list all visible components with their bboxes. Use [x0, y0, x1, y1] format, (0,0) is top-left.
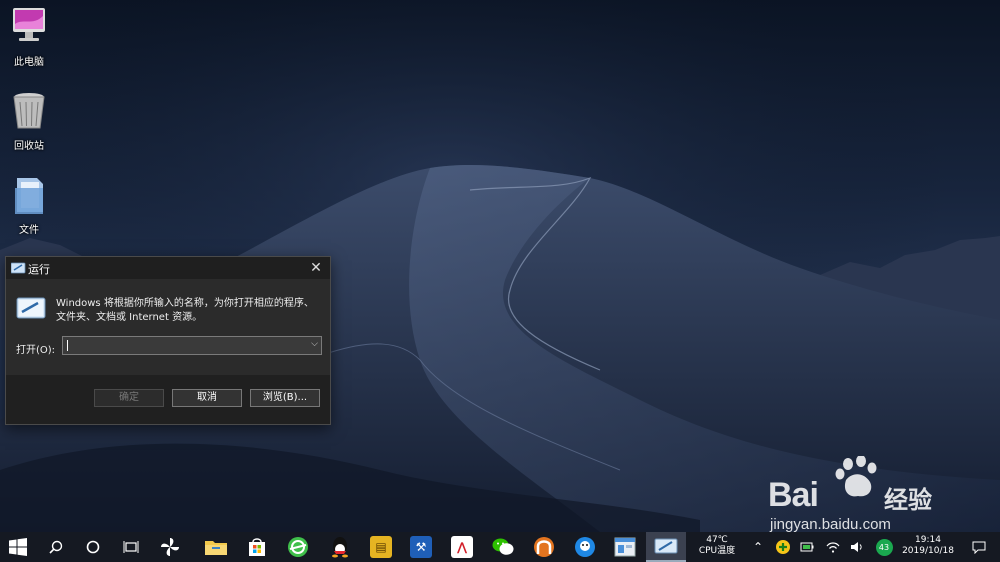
tray-app-icon[interactable]	[772, 532, 794, 562]
run-dialog-body: Windows 将根据你所输入的名称，为你打开相应的程序、文件夹、文档或 Int…	[6, 279, 330, 375]
desktop-icon-this-pc[interactable]: 此电脑	[0, 4, 58, 68]
taskbar: ▤ ⚒ ⋀ 47℃ CPU温度 ⌃ 43 19:14 2019/10/18	[0, 532, 1000, 562]
open-label: 打开(O):	[16, 345, 56, 356]
app-icon: ▤	[370, 536, 392, 558]
open-input[interactable]	[63, 337, 304, 354]
open-combobox[interactable]: ⌵	[62, 336, 322, 355]
taskbar-app-file-explorer[interactable]	[199, 532, 233, 562]
notification-icon	[972, 541, 986, 554]
taskbar-app-store[interactable]	[240, 532, 274, 562]
watermark-url: jingyan.baidu.com	[770, 516, 891, 532]
pinwheel-app-icon	[161, 538, 179, 556]
desktop-icon-label: 回收站	[14, 141, 44, 152]
taskbar-app-generic[interactable]: ▤	[364, 532, 398, 562]
run-dialog-title: 运行	[28, 263, 50, 276]
wifi-icon	[826, 542, 840, 553]
windows-start-icon	[9, 538, 27, 556]
run-icon	[16, 297, 46, 319]
taskbar-app-run-dialog[interactable]	[646, 532, 686, 562]
chevron-up-icon: ⌃	[752, 540, 764, 554]
chevron-down-icon[interactable]: ⌵	[311, 339, 318, 349]
browse-button[interactable]: 浏览(B)...	[250, 389, 320, 407]
desktop-icon-recycle-bin[interactable]: 回收站	[0, 88, 58, 152]
file-explorer-icon	[205, 541, 227, 555]
action-center-button[interactable]	[964, 532, 994, 562]
computer-icon	[13, 8, 45, 41]
text-caret	[67, 340, 68, 351]
app-icon	[575, 537, 595, 557]
desktop-icon-label: 此电脑	[14, 57, 44, 68]
desktop-icon-folder[interactable]: 文件	[0, 172, 58, 236]
browser-icon	[288, 537, 308, 557]
run-dialog-footer: 确定 取消 浏览(B)...	[6, 375, 330, 424]
volume-button[interactable]	[846, 532, 868, 562]
cortana-button[interactable]	[76, 532, 110, 562]
cpu-temperature-widget[interactable]: 47℃ CPU温度	[692, 535, 742, 557]
wechat-icon	[492, 538, 514, 555]
taskbar-app-generic[interactable]	[608, 532, 642, 562]
cortana-ring-icon	[86, 540, 100, 554]
tray-badge-count: 43	[875, 538, 893, 556]
desktop-icon-label: 文件	[19, 225, 39, 236]
show-hidden-icons-button[interactable]: ⌃	[750, 532, 766, 562]
task-view-icon	[123, 541, 139, 553]
cancel-button[interactable]: 取消	[172, 389, 242, 407]
cpu-temperature-label: CPU温度	[698, 546, 736, 556]
run-dialog-titlebar[interactable]: 运行 ✕	[6, 257, 330, 279]
taskbar-app-generic[interactable]	[568, 532, 602, 562]
taskbar-app-wechat[interactable]	[486, 532, 520, 562]
ok-button[interactable]: 确定	[94, 389, 164, 407]
taskbar-app-generic[interactable]: ⋀	[445, 532, 479, 562]
tray-badge[interactable]: 43	[872, 532, 896, 562]
store-icon	[249, 538, 265, 556]
clock[interactable]: 19:14 2019/10/18	[898, 535, 958, 557]
taskbar-app-browser[interactable]	[281, 532, 315, 562]
run-dialog: 运行 ✕ Windows 将根据你所输入的名称，为你打开相应的程序、文件夹、文档…	[5, 256, 331, 425]
taskbar-app-generic[interactable]	[527, 532, 561, 562]
tray-app-icon[interactable]	[796, 532, 818, 562]
recycle-bin-icon	[13, 93, 45, 129]
folder-icon	[15, 178, 43, 214]
speaker-icon	[851, 542, 862, 552]
app-icon: ⚒	[410, 536, 432, 558]
search-icon	[49, 540, 63, 554]
battery-tray-icon	[800, 542, 814, 552]
clock-date: 2019/10/18	[902, 546, 954, 556]
cpu-temperature-value: 47℃	[706, 535, 728, 545]
close-button[interactable]: ✕	[302, 257, 330, 279]
taskbar-app-generic[interactable]: ⚒	[404, 532, 438, 562]
clock-time: 19:14	[915, 535, 941, 545]
app-icon: ⋀	[451, 536, 473, 558]
watermark-brand-suffix: 经验	[884, 486, 932, 514]
network-button[interactable]	[822, 532, 844, 562]
task-view-button[interactable]	[114, 532, 148, 562]
app-icon	[534, 537, 554, 557]
run-dialog-description: Windows 将根据你所输入的名称，为你打开相应的程序、文件夹、文档或 Int…	[56, 298, 314, 323]
search-button[interactable]	[40, 532, 72, 562]
run-dialog-icon	[654, 538, 678, 554]
run-icon	[11, 262, 26, 274]
qq-icon	[332, 537, 348, 558]
watermark-brand: Bai	[768, 476, 819, 514]
tray-app-icon	[776, 540, 790, 554]
taskbar-app-pinwheel[interactable]	[153, 532, 187, 562]
taskbar-app-qq[interactable]	[323, 532, 357, 562]
start-button[interactable]	[0, 532, 36, 562]
app-icon	[614, 537, 636, 557]
